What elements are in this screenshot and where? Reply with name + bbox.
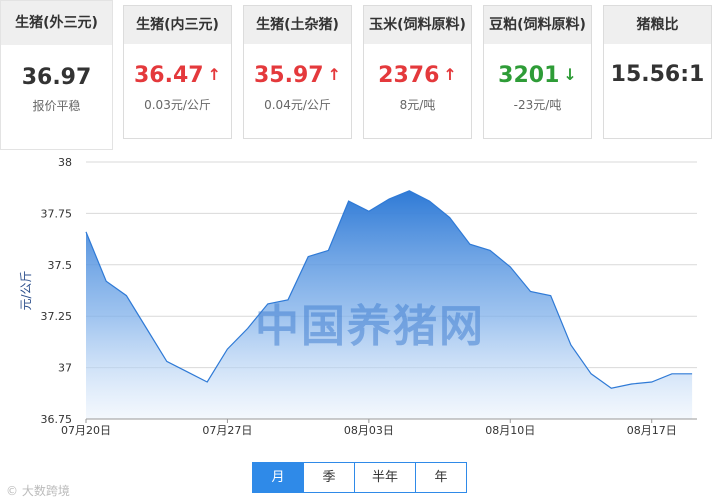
card-pig-local[interactable]: 生猪(土杂猪) 35.97 ↑ 0.04元/公斤: [243, 5, 352, 139]
data-point: [671, 373, 673, 375]
card-corn[interactable]: 玉米(饲料原料) 2376 ↑ 8元/吨: [363, 5, 472, 139]
data-point: [247, 328, 249, 330]
y-tick-label: 37.5: [48, 259, 73, 272]
card-price: 36.47: [134, 63, 204, 88]
card-soybean-meal[interactable]: 豆粕(饲料原料) 3201 ↓ -23元/吨: [483, 5, 592, 139]
data-point: [469, 243, 471, 245]
data-point: [550, 295, 552, 297]
data-point: [489, 249, 491, 251]
arrow-up-icon: ↑: [207, 65, 221, 84]
data-point: [105, 280, 107, 282]
card-price: 3201: [498, 63, 560, 88]
x-tick-label: 08月03日: [344, 424, 394, 437]
data-point: [368, 210, 370, 212]
card-title: 生猪(土杂猪): [244, 6, 351, 44]
data-point: [307, 256, 309, 258]
range-tabs: 月 季 半年 年: [252, 462, 467, 493]
data-point: [166, 360, 168, 362]
arrow-down-icon: ↓: [563, 65, 577, 84]
data-point: [327, 249, 329, 251]
data-point: [449, 217, 451, 219]
tab-quarter[interactable]: 季: [304, 463, 355, 492]
x-tick-label: 07月20日: [61, 424, 111, 437]
data-point: [146, 328, 148, 330]
card-title: 生猪(内三元): [124, 6, 231, 44]
card-price: 36.97: [21, 65, 92, 90]
y-tick-label: 38: [58, 156, 72, 169]
arrow-up-icon: ↑: [443, 65, 457, 84]
data-point: [691, 373, 693, 375]
card-change: 0.03元/公斤: [144, 98, 211, 112]
y-axis-label: 元/公斤: [19, 270, 33, 310]
x-tick-label: 08月17日: [627, 424, 677, 437]
arrow-up-icon: ↑: [327, 65, 341, 84]
data-point: [429, 200, 431, 202]
card-price: 35.97: [254, 63, 324, 88]
data-point: [85, 231, 87, 233]
data-point: [186, 371, 188, 373]
tab-half-year[interactable]: 半年: [355, 463, 416, 492]
card-change: 8元/吨: [399, 98, 436, 112]
card-pig-inner-ternary[interactable]: 生猪(内三元) 36.47 ↑ 0.03元/公斤: [123, 5, 232, 139]
data-point: [125, 295, 127, 297]
data-point: [509, 266, 511, 268]
card-title: 豆粕(饲料原料): [484, 6, 591, 44]
footer-logo: © 大数跨境: [6, 484, 70, 498]
data-point: [570, 344, 572, 346]
card-change: -23元/吨: [513, 98, 562, 112]
data-point: [226, 348, 228, 350]
tab-month[interactable]: 月: [253, 463, 304, 492]
card-change: 报价平稳: [32, 99, 81, 113]
data-point: [530, 291, 532, 293]
data-point: [590, 373, 592, 375]
card-price: 2376: [378, 63, 440, 88]
card-pig-outer-ternary[interactable]: 生猪(外三元) 36.97 报价平稳: [0, 0, 113, 150]
data-point: [408, 190, 410, 192]
data-point: [651, 381, 653, 383]
x-tick-label: 08月10日: [485, 424, 535, 437]
card-title: 生猪(外三元): [1, 1, 112, 45]
data-point: [388, 198, 390, 200]
y-tick-label: 37.25: [41, 310, 73, 323]
data-point: [631, 383, 633, 385]
card-price: 15.56:1: [610, 62, 705, 87]
data-point: [206, 381, 208, 383]
watermark: 中国养猪网: [255, 301, 485, 352]
data-point: [348, 200, 350, 202]
tab-year[interactable]: 年: [416, 463, 466, 492]
card-pig-grain-ratio[interactable]: 猪粮比 15.56:1: [603, 5, 712, 139]
y-tick-label: 37.75: [41, 207, 73, 220]
card-title: 猪粮比: [604, 6, 711, 44]
x-tick-label: 07月27日: [202, 424, 252, 437]
data-point: [610, 387, 612, 389]
y-tick-label: 37: [58, 362, 72, 375]
card-title: 玉米(饲料原料): [364, 6, 471, 44]
card-change: 0.04元/公斤: [264, 98, 331, 112]
